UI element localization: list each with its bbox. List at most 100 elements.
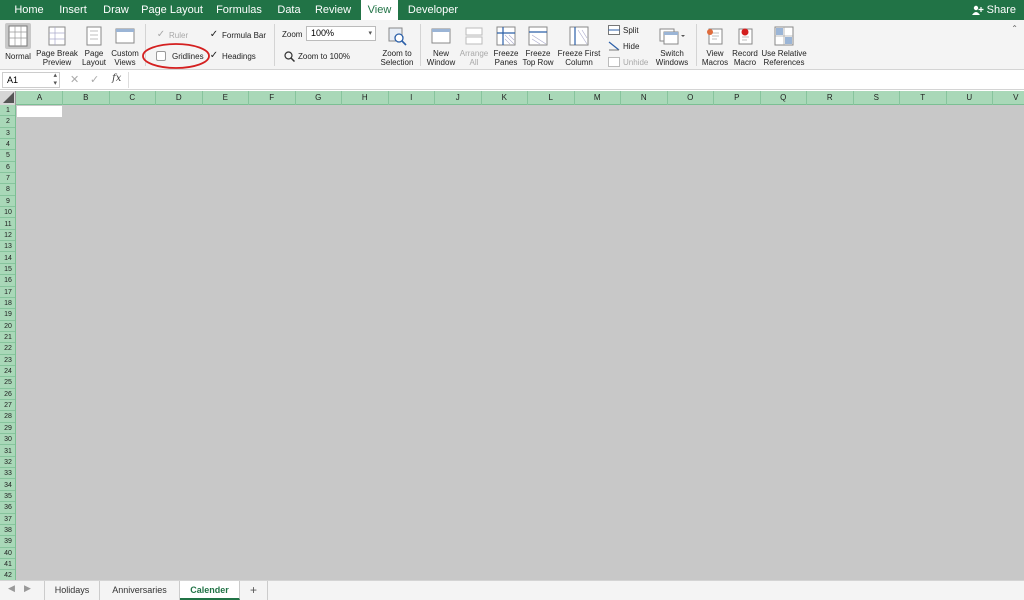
row-header[interactable]: 1	[0, 105, 15, 117]
row-header[interactable]: 4	[0, 139, 15, 151]
column-header[interactable]: B	[63, 91, 110, 105]
formula-bar-checkbox[interactable]: ✓ Formula Bar	[209, 29, 266, 41]
tab-page-layout[interactable]: Page Layout	[140, 0, 204, 20]
worksheet-grid[interactable]: ABCDEFGHIJKLMNOPQRSTUV 1 2 3 4 5 6 7 8 9 10 11 12 13…	[0, 91, 1024, 580]
row-header[interactable]: 32	[0, 457, 15, 469]
headings-checkbox[interactable]: ✓ Headings	[209, 50, 256, 62]
row-header[interactable]: 5	[0, 150, 15, 162]
row-header[interactable]: 25	[0, 377, 15, 389]
row-header[interactable]: 6	[0, 162, 15, 174]
column-header[interactable]: E	[203, 91, 249, 105]
row-header[interactable]: 3	[0, 128, 15, 139]
row-header[interactable]: 26	[0, 389, 15, 401]
zoom-100-button[interactable]: Zoom to 100%	[284, 50, 350, 62]
sheet-tab-calender[interactable]: Calender	[180, 581, 240, 600]
switch-windows-button[interactable]: Switch Windows	[654, 26, 690, 67]
column-header[interactable]: N	[621, 91, 668, 105]
formula-input[interactable]	[128, 72, 1018, 88]
row-header[interactable]: 15	[0, 264, 15, 276]
new-window-button[interactable]: New Window	[424, 26, 458, 67]
row-header[interactable]: 34	[0, 480, 15, 491]
insert-function-icon[interactable]: fx	[112, 73, 121, 84]
zoom-selection-button[interactable]: Zoom to Selection	[377, 26, 417, 67]
cancel-icon[interactable]: ✕	[70, 73, 79, 86]
tab-review[interactable]: Review	[311, 0, 355, 20]
row-header[interactable]: 9	[0, 196, 15, 208]
tab-draw[interactable]: Draw	[97, 0, 135, 20]
prev-sheet-icon[interactable]: ◀	[8, 583, 15, 594]
next-sheet-icon[interactable]: ▶	[24, 583, 31, 594]
row-header[interactable]: 16	[0, 275, 15, 287]
unhide-button[interactable]: Unhide	[608, 56, 648, 68]
row-header[interactable]: 29	[0, 423, 15, 435]
column-header[interactable]: M	[575, 91, 621, 105]
collapse-ribbon-icon[interactable]: ⌃	[1011, 24, 1018, 33]
column-header[interactable]: K	[482, 91, 528, 105]
freeze-top-row-button[interactable]: Freeze Top Row	[521, 26, 555, 67]
tab-developer[interactable]: Developer	[404, 0, 462, 20]
sheet-tab-holidays[interactable]: Holidays	[44, 581, 100, 600]
freeze-first-column-button[interactable]: Freeze First Column	[556, 26, 602, 67]
row-header[interactable]: 11	[0, 219, 15, 230]
row-header[interactable]: 23	[0, 355, 15, 366]
column-header[interactable]: V	[993, 91, 1024, 105]
column-header[interactable]: D	[156, 91, 203, 105]
column-header[interactable]: P	[714, 91, 761, 105]
row-header[interactable]: 22	[0, 343, 15, 355]
use-relative-references-button[interactable]: Use Relative References	[760, 26, 808, 67]
row-header[interactable]: 8	[0, 184, 15, 196]
row-header[interactable]: 35	[0, 491, 15, 503]
row-header[interactable]: 36	[0, 502, 15, 514]
row-header[interactable]: 30	[0, 434, 15, 446]
row-header[interactable]: 7	[0, 173, 15, 185]
page-layout-button[interactable]: Page Layout	[80, 26, 108, 67]
column-header[interactable]: S	[854, 91, 900, 105]
column-header[interactable]: R	[807, 91, 854, 105]
tab-formulas[interactable]: Formulas	[212, 0, 266, 20]
column-header[interactable]: J	[435, 91, 482, 105]
column-header[interactable]: O	[668, 91, 714, 105]
row-header[interactable]: 39	[0, 536, 15, 548]
row-header[interactable]: 21	[0, 332, 15, 344]
row-header[interactable]: 28	[0, 411, 15, 423]
column-header[interactable]: G	[296, 91, 342, 105]
add-sheet-button[interactable]: +	[240, 581, 268, 600]
share-button[interactable]: Share	[971, 0, 1016, 20]
column-header[interactable]: I	[389, 91, 435, 105]
name-box[interactable]: A1 ▴ ▾	[2, 72, 60, 88]
column-header[interactable]: H	[342, 91, 389, 105]
select-all-corner[interactable]	[0, 91, 16, 105]
page-break-preview-button[interactable]: Page Break Preview	[36, 26, 78, 67]
column-header[interactable]: T	[900, 91, 947, 105]
view-macros-button[interactable]: View Macros	[700, 26, 730, 67]
row-header[interactable]: 40	[0, 548, 15, 559]
arrange-all-button[interactable]: Arrange All	[458, 26, 490, 67]
column-header[interactable]: F	[249, 91, 296, 105]
tab-data[interactable]: Data	[272, 0, 306, 20]
row-header[interactable]: 31	[0, 446, 15, 457]
row-header[interactable]: 19	[0, 309, 15, 321]
row-header[interactable]: 14	[0, 253, 15, 264]
row-header[interactable]: 42	[0, 570, 15, 580]
hide-button[interactable]: Hide	[608, 40, 639, 52]
freeze-panes-button[interactable]: Freeze Panes	[491, 26, 521, 67]
row-header[interactable]: 27	[0, 400, 15, 412]
row-header[interactable]: 12	[0, 230, 15, 242]
sheet-tab-anniversaries[interactable]: Anniversaries	[100, 581, 180, 600]
row-header[interactable]: 17	[0, 287, 15, 298]
row-header[interactable]: 37	[0, 514, 15, 525]
tab-home[interactable]: Home	[8, 0, 50, 20]
selected-cell-a1[interactable]	[17, 106, 62, 117]
tab-insert[interactable]: Insert	[54, 0, 92, 20]
row-header[interactable]: 38	[0, 525, 15, 537]
row-header[interactable]: 10	[0, 207, 15, 219]
zoom-select[interactable]: 100% ▾	[306, 26, 376, 41]
row-header[interactable]: 24	[0, 366, 15, 378]
column-header[interactable]: C	[110, 91, 156, 105]
custom-views-button[interactable]: Custom Views	[110, 26, 140, 67]
row-header[interactable]: 13	[0, 241, 15, 253]
row-header[interactable]: 18	[0, 298, 15, 310]
row-header[interactable]: 41	[0, 559, 15, 571]
record-macro-button[interactable]: Record Macro	[730, 26, 760, 67]
normal-view-button[interactable]: Normal	[3, 23, 33, 61]
